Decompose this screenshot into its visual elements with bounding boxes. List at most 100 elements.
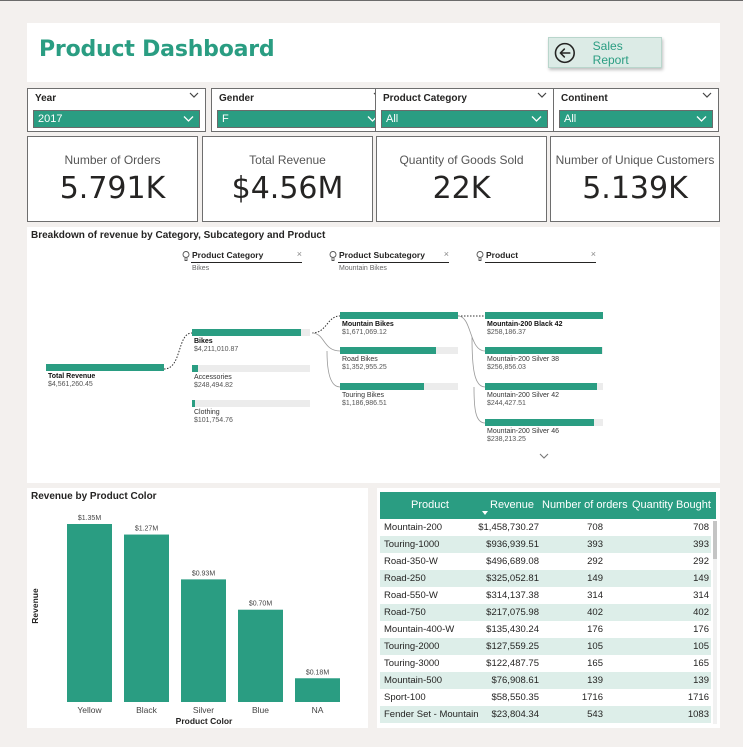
table-row[interactable]: Mountain-400-W $135,430.24 176 176 [380,621,711,638]
cell-quantity: 314 [693,590,709,601]
column-header-number-of-orders[interactable]: Number of orders [542,499,628,511]
kpi-total-revenue: Total Revenue $4.56M [202,136,373,222]
table-row[interactable]: Fender Set - Mountain $23,804.34 543 1083 [380,706,711,723]
level-underline [338,262,449,263]
bar-na[interactable] [295,678,340,702]
node-name: Mountain Bikes [342,321,394,328]
x-tick-label: Yellow [77,705,102,715]
chevron-down-icon [531,116,542,122]
slicer-year[interactable]: Year 2017 [27,88,206,132]
cell-quantity: 139 [693,675,709,686]
cell-revenue: $58,550.35 [491,692,539,703]
cell-orders: 708 [587,522,603,533]
cell-orders: 165 [587,658,603,669]
node-name: Road Bikes [342,356,378,363]
product-category-dropdown[interactable]: All [381,110,548,128]
year-dropdown[interactable]: 2017 [33,110,200,128]
cell-product: Road-250 [384,573,426,584]
table-row[interactable]: Sport-100 $58,550.35 1716 1716 [380,689,711,706]
bar-silver[interactable] [181,579,226,702]
cell-product: Touring-3000 [384,658,440,669]
gender-dropdown[interactable]: F [217,110,384,128]
cell-product: Mountain-500 [384,675,443,686]
cell-orders: 393 [587,539,603,550]
dropdown-value: 2017 [38,113,63,125]
scroll-down-chevron-icon[interactable] [538,452,550,460]
kpi-quantity-of-goods-sold: Quantity of Goods Sold 22K [376,136,547,222]
data-label: $1.27M [135,526,159,533]
node-bar [485,419,594,426]
table-row[interactable]: Mountain-200 $1,458,730.27 708 708 [380,519,711,536]
kpi-unique-customers: Number of Unique Customers 5.139K [550,136,720,222]
cell-orders: 402 [587,607,603,618]
cell-product: Mountain-400-W [384,624,455,635]
cell-product: Road-550-W [384,590,438,601]
node-name: Mountain-200 Silver 42 [487,392,559,399]
bar-yellow[interactable] [67,524,112,702]
product-table: Product Revenue Number of orders Quantit… [377,488,720,728]
cell-quantity: 149 [693,573,709,584]
cell-orders: 149 [587,573,603,584]
bar-black[interactable] [124,534,169,702]
column-header-revenue[interactable]: Revenue [490,499,534,511]
slicer-product-category[interactable]: Product Category All [375,88,554,132]
dropdown-value: All [564,113,577,125]
cell-quantity: 1716 [687,692,709,703]
bar-blue[interactable] [238,609,283,702]
scrollbar-thumb[interactable] [713,521,717,559]
level-name: Product [486,250,519,260]
node-value: $248,494.82 [194,382,233,389]
node-bar-track [192,365,310,372]
table-row[interactable]: Road-750 $217,075.98 402 402 [380,604,711,621]
cell-revenue: $127,559.25 [486,641,539,652]
remove-level-icon[interactable]: × [444,249,449,259]
page-title: Product Dashboard [39,37,275,62]
bar-chart-svg: $1.35M Yellow $1.27M Black $0.93M Silver $0.70… [30,515,340,726]
node-bar [485,347,603,354]
cell-revenue: $325,052.81 [486,573,539,584]
table-row[interactable]: Road-550-W $314,137.38 314 314 [380,587,711,604]
node-bar [340,312,458,319]
data-label: $0.70M [249,601,273,608]
cell-quantity: 1083 [687,709,709,720]
cell-quantity: 402 [693,607,709,618]
remove-level-icon[interactable]: × [591,249,596,259]
lightbulb-icon [476,251,484,261]
kpi-label: Number of Orders [64,153,161,167]
remove-level-icon[interactable]: × [297,249,302,259]
table-header: Product Revenue Number of orders Quantit… [380,492,716,519]
chevron-down-icon [696,116,707,122]
chevron-down-icon[interactable] [537,91,547,99]
slicer-gender[interactable]: Gender F [211,88,390,132]
table-row[interactable]: Touring-3000 $122,487.75 165 165 [380,655,711,672]
cell-quantity: 292 [693,556,709,567]
data-label: $0.93M [192,570,216,577]
column-header-product[interactable]: Product [411,499,449,511]
slicer-title: Continent [561,93,608,104]
table-row[interactable]: Touring-1000 $936,939.51 393 393 [380,536,711,553]
continent-dropdown[interactable]: All [559,110,713,128]
node-name: Total Revenue [48,373,96,380]
sales-report-button[interactable]: Sales Report [548,37,662,68]
chevron-down-icon[interactable] [189,91,199,99]
level-name: Product Subcategory [339,250,425,260]
dropdown-value: All [386,113,399,125]
cell-orders: 139 [587,675,603,686]
sort-desc-icon[interactable] [482,511,488,515]
node-name: Mountain-200 Black 42 [487,321,563,328]
chevron-down-icon[interactable] [702,91,712,99]
node-bar [340,347,436,354]
table-row[interactable]: Touring-2000 $127,559.25 105 105 [380,638,711,655]
kpi-label: Quantity of Goods Sold [399,153,524,167]
table-row[interactable]: Road-250 $325,052.81 149 149 [380,570,711,587]
cell-revenue: $496,689.08 [486,556,539,567]
table-row[interactable]: Road-350-W $496,689.08 292 292 [380,553,711,570]
slicer-continent[interactable]: Continent All [553,88,719,132]
table-row[interactable]: Mountain-500 $76,908.61 139 139 [380,672,711,689]
node-name: Mountain-200 Silver 46 [487,428,559,435]
column-header-quantity-bought[interactable]: Quantity Bought [632,499,711,511]
cell-quantity: 708 [693,522,709,533]
x-tick-label: Silver [193,705,214,715]
node-name: Accessories [194,374,232,381]
cell-product: Fender Set - Mountain [384,709,479,720]
